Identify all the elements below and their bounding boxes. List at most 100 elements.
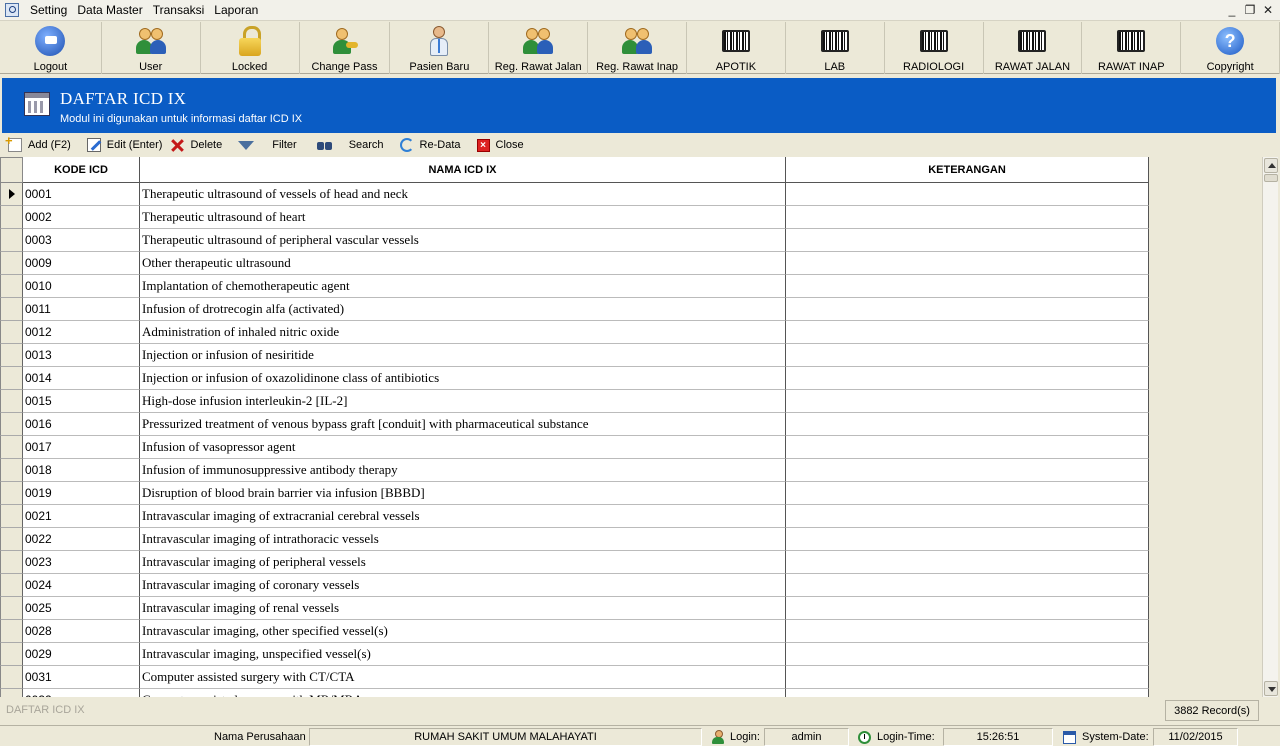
cell-nama-icd[interactable]: Intravascular imaging of extracranial ce… <box>140 505 786 528</box>
cell-nama-icd[interactable]: Computer assisted surgery with MR/MRA <box>140 689 786 697</box>
cell-kode-icd[interactable]: 0031 <box>23 666 140 689</box>
delete-button[interactable]: Delete <box>170 135 222 155</box>
filter-button[interactable]: Filter <box>238 135 297 155</box>
search-button[interactable]: Search <box>316 135 384 155</box>
restore-icon[interactable]: ❐ <box>1242 2 1258 18</box>
row-selector[interactable] <box>0 367 23 390</box>
cell-kode-icd[interactable]: 0009 <box>23 252 140 275</box>
cell-kode-icd[interactable]: 0023 <box>23 551 140 574</box>
table-row[interactable]: 0017 Infusion of vasopressor agent <box>0 436 1149 459</box>
cell-nama-icd[interactable]: Intravascular imaging, unspecified vesse… <box>140 643 786 666</box>
row-selector[interactable] <box>0 252 23 275</box>
cell-kode-icd[interactable]: 0029 <box>23 643 140 666</box>
cell-keterangan[interactable] <box>786 275 1149 298</box>
toolbar-button-lab[interactable]: LAB <box>786 22 885 74</box>
cell-kode-icd[interactable]: 0019 <box>23 482 140 505</box>
cell-keterangan[interactable] <box>786 528 1149 551</box>
scroll-up-icon[interactable] <box>1264 158 1278 173</box>
column-header-kode[interactable]: KODE ICD <box>23 157 140 183</box>
row-selector[interactable] <box>0 298 23 321</box>
toolbar-button-user[interactable]: User <box>102 22 201 74</box>
cell-keterangan[interactable] <box>786 620 1149 643</box>
scroll-down-icon[interactable] <box>1264 681 1278 696</box>
add-button[interactable]: Add (F2) <box>5 133 71 155</box>
toolbar-button-logout[interactable]: Logout <box>0 22 102 74</box>
row-selector[interactable] <box>0 666 23 689</box>
table-row[interactable]: 0018 Infusion of immunosuppressive antibo… <box>0 459 1149 482</box>
toolbar-button-change-pass[interactable]: Change Pass <box>300 22 391 74</box>
vertical-scrollbar[interactable] <box>1262 157 1278 697</box>
cell-keterangan[interactable] <box>786 597 1149 620</box>
row-selector[interactable] <box>0 643 23 666</box>
cell-kode-icd[interactable]: 0011 <box>23 298 140 321</box>
cell-keterangan[interactable] <box>786 643 1149 666</box>
cell-kode-icd[interactable]: 0001 <box>23 183 140 206</box>
cell-nama-icd[interactable]: Administration of inhaled nitric oxide <box>140 321 786 344</box>
cell-keterangan[interactable] <box>786 183 1149 206</box>
toolbar-button-apotik[interactable]: APOTIK <box>687 22 786 74</box>
menu-laporan[interactable]: Laporan <box>209 3 263 17</box>
cell-keterangan[interactable] <box>786 390 1149 413</box>
scroll-thumb[interactable] <box>1264 174 1278 182</box>
cell-nama-icd[interactable]: Injection or infusion of nesiritide <box>140 344 786 367</box>
cell-keterangan[interactable] <box>786 666 1149 689</box>
cell-kode-icd[interactable]: 0032 <box>23 689 140 697</box>
cell-keterangan[interactable] <box>786 482 1149 505</box>
cell-kode-icd[interactable]: 0016 <box>23 413 140 436</box>
cell-nama-icd[interactable]: Infusion of drotrecogin alfa (activated) <box>140 298 786 321</box>
cell-kode-icd[interactable]: 0017 <box>23 436 140 459</box>
cell-nama-icd[interactable]: Injection or infusion of oxazolidinone c… <box>140 367 786 390</box>
table-row[interactable]: 0013 Injection or infusion of nesiritide <box>0 344 1149 367</box>
table-row[interactable]: 0021 Intravascular imaging of extracrania… <box>0 505 1149 528</box>
table-row[interactable]: 0010 Implantation of chemotherapeutic age… <box>0 275 1149 298</box>
table-row[interactable]: 0032Computer assisted surgery with MR/MR… <box>0 689 1149 697</box>
column-header-nama[interactable]: NAMA ICD IX <box>140 157 786 183</box>
cell-kode-icd[interactable]: 0025 <box>23 597 140 620</box>
cell-keterangan[interactable] <box>786 229 1149 252</box>
table-row[interactable]: 0022 Intravascular imaging of intrathorac… <box>0 528 1149 551</box>
row-selector[interactable] <box>0 689 23 697</box>
row-selector[interactable] <box>0 528 23 551</box>
toolbar-button-pasien-baru[interactable]: Pasien Baru <box>390 22 490 74</box>
cell-keterangan[interactable] <box>786 436 1149 459</box>
row-selector[interactable] <box>0 436 23 459</box>
cell-nama-icd[interactable]: Intravascular imaging of coronary vessel… <box>140 574 786 597</box>
row-selector[interactable] <box>0 321 23 344</box>
table-row[interactable]: 0012 Administration of inhaled nitric oxi… <box>0 321 1149 344</box>
cell-nama-icd[interactable]: Intravascular imaging, other specified v… <box>140 620 786 643</box>
cell-kode-icd[interactable]: 0028 <box>23 620 140 643</box>
cell-keterangan[interactable] <box>786 298 1149 321</box>
cell-nama-icd[interactable]: Intravascular imaging of peripheral vess… <box>140 551 786 574</box>
cell-keterangan[interactable] <box>786 551 1149 574</box>
cell-keterangan[interactable] <box>786 321 1149 344</box>
cell-keterangan[interactable] <box>786 689 1149 697</box>
toolbar-button-locked[interactable]: Locked <box>201 22 300 74</box>
close-button[interactable]: × Close <box>476 135 524 155</box>
table-row[interactable]: 0028 Intravascular imaging, other specifi… <box>0 620 1149 643</box>
cell-kode-icd[interactable]: 0018 <box>23 459 140 482</box>
table-row[interactable]: 0015 High-dose infusion interleukin-2 [IL… <box>0 390 1149 413</box>
cell-keterangan[interactable] <box>786 574 1149 597</box>
cell-keterangan[interactable] <box>786 413 1149 436</box>
menu-transaksi[interactable]: Transaksi <box>148 3 210 17</box>
row-selector[interactable] <box>0 344 23 367</box>
toolbar-button-rawat-inap[interactable]: RAWAT INAP <box>1082 22 1182 74</box>
row-selector[interactable] <box>0 275 23 298</box>
toolbar-button-copyright[interactable]: ? Copyright <box>1181 22 1280 74</box>
edit-button[interactable]: Edit (Enter) <box>86 135 162 155</box>
cell-kode-icd[interactable]: 0022 <box>23 528 140 551</box>
toolbar-button-rawat-jalan[interactable]: RAWAT JALAN <box>984 22 1083 74</box>
toolbar-button-radiologi[interactable]: RADIOLOGI <box>885 22 984 74</box>
menu-setting[interactable]: Setting <box>25 3 72 17</box>
menu-data-master[interactable]: Data Master <box>72 3 147 17</box>
row-selector[interactable] <box>0 459 23 482</box>
cell-kode-icd[interactable]: 0015 <box>23 390 140 413</box>
table-row[interactable]: 0029 Intravascular imaging, unspecified v… <box>0 643 1149 666</box>
row-selector[interactable] <box>0 229 23 252</box>
cell-kode-icd[interactable]: 0021 <box>23 505 140 528</box>
cell-keterangan[interactable] <box>786 367 1149 390</box>
table-row[interactable]: 0023 Intravascular imaging of peripheral … <box>0 551 1149 574</box>
cell-kode-icd[interactable]: 0013 <box>23 344 140 367</box>
minimize-icon[interactable]: _ <box>1224 2 1240 18</box>
row-selector[interactable] <box>0 620 23 643</box>
